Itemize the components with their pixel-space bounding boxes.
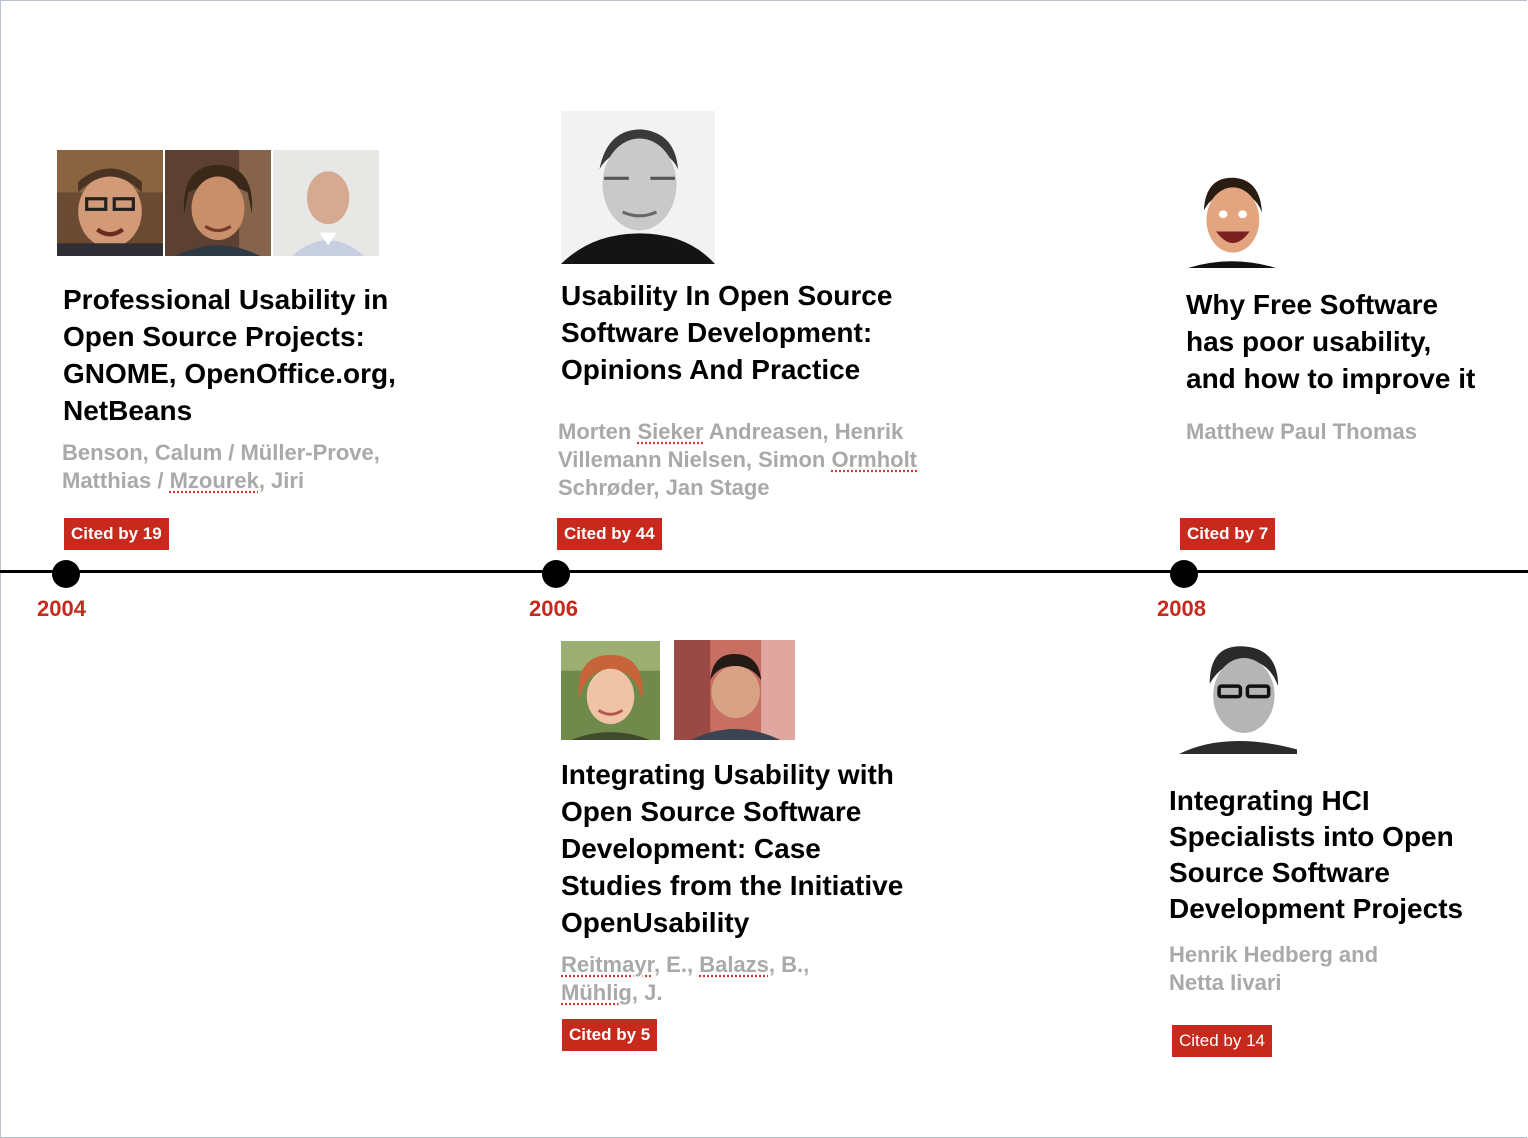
paper-title[interactable]: Integrating HCI Specialists into Open So… (1169, 783, 1463, 927)
author-photo (165, 150, 271, 256)
timeline-dot-2006 (542, 560, 570, 588)
author-photo (57, 150, 163, 256)
author-photo (561, 111, 715, 264)
year-label-2004: 2004 (37, 596, 86, 621)
paper-title[interactable]: Integrating Usability with Open Source S… (561, 756, 903, 941)
paper-authors: Henrik Hedberg and Netta Iivari (1169, 942, 1379, 995)
timeline-dot-2004 (52, 560, 80, 588)
author-photo (273, 150, 379, 256)
paper-authors: Matthew Paul Thomas (1186, 419, 1418, 444)
cited-by-badge[interactable]: Cited by 14 (1172, 1025, 1272, 1057)
paper-title[interactable]: Professional Usability in Open Source Pr… (63, 281, 396, 429)
year-label-2006: 2006 (529, 596, 578, 621)
author-photo (1179, 637, 1297, 754)
author-photo (1188, 172, 1276, 268)
paper-authors: Reitmayr, E., Balazs, B., Mühlig, J. (561, 952, 810, 1005)
cited-by-badge[interactable]: Cited by 5 (562, 1019, 658, 1051)
year-label-2008: 2008 (1157, 596, 1206, 621)
paper-authors: Morten Sieker Andreasen, Henrik Villeman… (558, 419, 918, 500)
paper-title[interactable]: Usability In Open Source Software Develo… (561, 277, 892, 388)
timeline-dot-2008 (1170, 560, 1198, 588)
author-photo (561, 641, 660, 740)
paper-title[interactable]: Why Free Software has poor usability, an… (1186, 286, 1475, 397)
author-photo (674, 640, 795, 740)
timeline-axis (0, 570, 1528, 573)
cited-by-badge[interactable]: Cited by 44 (557, 518, 662, 550)
paper-authors: Benson, Calum / Müller-Prove, Matthias /… (62, 440, 380, 493)
cited-by-badge[interactable]: Cited by 7 (1180, 518, 1276, 550)
cited-by-badge[interactable]: Cited by 19 (64, 518, 169, 550)
